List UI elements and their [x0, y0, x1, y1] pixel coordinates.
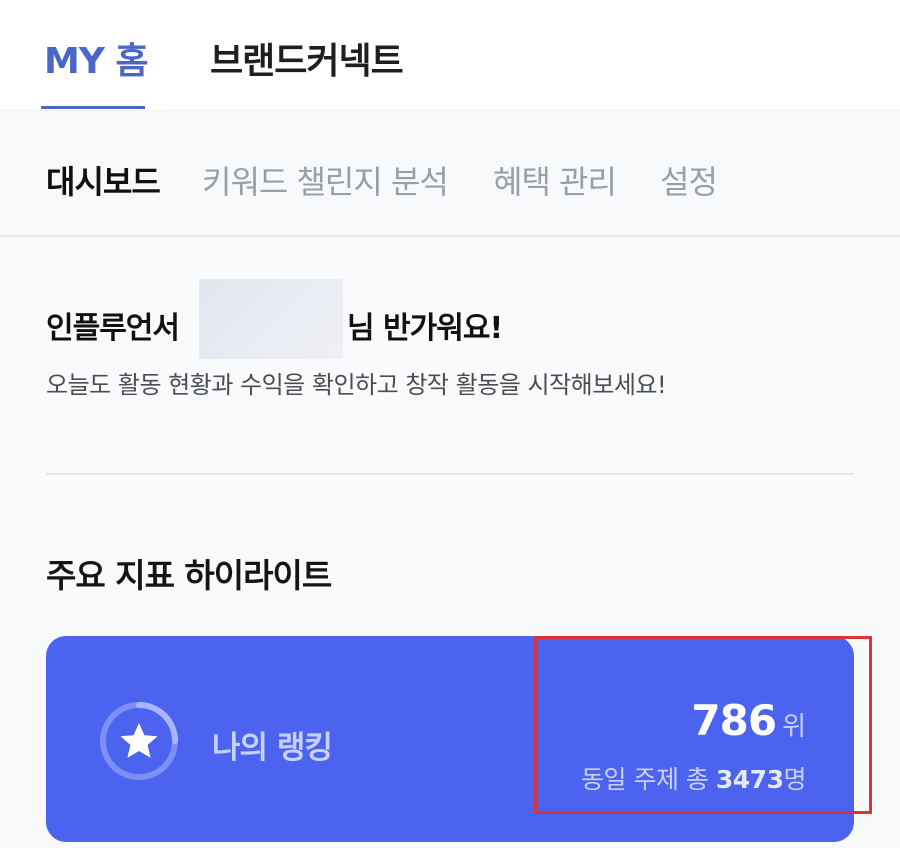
- username-redacted: [199, 279, 343, 359]
- tab-dashboard[interactable]: 대시보드: [46, 157, 161, 203]
- ranking-unit: 위: [782, 712, 806, 742]
- ranking-number: 786: [691, 696, 777, 745]
- greeting-subtitle: 오늘도 활동 현황과 수익을 확인하고 창작 활동을 시작해보세요!: [46, 371, 667, 399]
- ranking-total: 동일 주제 총 3473명: [581, 760, 806, 796]
- ranking-total-prefix: 동일 주제 총: [581, 765, 709, 794]
- tab-settings[interactable]: 설정: [660, 157, 718, 203]
- ranking-total-count: 3473: [715, 765, 784, 794]
- top-tab-bar: MY 홈 브랜드커넥트: [0, 0, 900, 111]
- ranking-card[interactable]: 나의 랭킹 786 위 동일 주제 총 3473명: [46, 636, 854, 842]
- greeting-suffix: 님 반가워요!: [347, 311, 503, 346]
- sub-nav: 대시보드 키워드 챌린지 분석 혜택 관리 설정: [0, 111, 900, 237]
- ranking-value: 786 위: [691, 696, 806, 745]
- highlights-title: 주요 지표 하이라이트: [46, 556, 332, 595]
- greeting-prefix: 인플루언서: [46, 311, 180, 346]
- star-icon: [96, 698, 182, 784]
- tab-keyword-challenge[interactable]: 키워드 챌린지 분석: [202, 157, 449, 203]
- tab-my-home[interactable]: MY 홈: [44, 32, 149, 84]
- tab-benefits[interactable]: 혜택 관리: [493, 157, 617, 203]
- tab-brand-connect[interactable]: 브랜드커넥트: [210, 32, 404, 84]
- divider: [46, 473, 854, 475]
- dashboard-main: 인플루언서 님 반가워요! 오늘도 활동 현황과 수익을 확인하고 창작 활동을…: [0, 237, 900, 848]
- ranking-label: 나의 랭킹: [212, 730, 333, 766]
- ranking-total-suffix: 명: [783, 765, 806, 794]
- active-tab-underline: [41, 106, 145, 109]
